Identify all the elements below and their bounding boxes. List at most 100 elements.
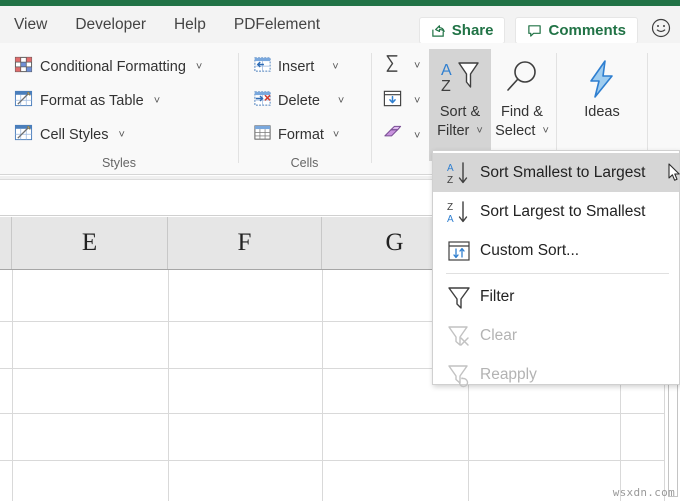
watermark: wsxdn.com	[613, 486, 675, 499]
find-and-select-line2: Select	[495, 122, 535, 141]
grid-column-line	[322, 270, 323, 501]
chevron-down-icon: ˅	[154, 95, 160, 107]
tab-developer[interactable]: Developer	[61, 6, 160, 43]
menu-item-label: Sort Smallest to Largest	[480, 164, 645, 182]
custom-sort-icon	[446, 238, 480, 264]
grid-row-line	[0, 460, 680, 461]
delete-cells-label: Delete	[278, 93, 320, 109]
ideas-button[interactable]: Ideas	[571, 49, 633, 161]
lightning-bolt-icon	[582, 55, 622, 103]
grid-column-line	[12, 270, 13, 501]
menu-item-sort-largest-to-smallest[interactable]: Z A Sort Largest to Smallest	[433, 192, 679, 231]
sort-and-filter-menu: A Z Sort Smallest to Largest Z A Sort La…	[432, 150, 680, 385]
menu-item-label: Custom Sort...	[480, 242, 579, 260]
cell-styles-icon	[14, 123, 33, 147]
magnifier-icon	[500, 55, 544, 103]
menu-item-label: Sort Largest to Smallest	[480, 203, 645, 221]
chevron-down-icon: ˅	[196, 61, 202, 73]
sort-filter-icon: A Z	[436, 55, 484, 103]
sort-and-filter-line2: Filter	[437, 122, 469, 141]
ribbon-group-styles: Conditional Formatting ˅	[0, 43, 238, 175]
share-button[interactable]: Share	[419, 17, 506, 44]
ribbon-tab-strip: View Developer Help PDFelement Share	[0, 6, 680, 43]
find-and-select-button[interactable]: Find & Select ˅	[491, 49, 553, 161]
format-as-table-label: Format as Table	[40, 93, 144, 109]
svg-text:Z: Z	[447, 202, 453, 213]
group-separator	[647, 53, 648, 163]
sort-za-descending-icon: Z A	[446, 199, 480, 225]
delete-cells-icon	[253, 89, 272, 113]
filter-funnel-icon	[446, 284, 480, 310]
autosum-icon	[382, 53, 403, 79]
grid-row-line	[0, 413, 680, 414]
format-cells-button[interactable]: Format ˅	[253, 121, 339, 149]
autosum-button[interactable]: ˅	[382, 52, 420, 80]
find-and-select-line1: Find &	[501, 103, 543, 122]
comment-bubble-icon	[527, 23, 542, 38]
conditional-formatting-label: Conditional Formatting	[40, 59, 186, 75]
comments-label: Comments	[548, 22, 626, 39]
insert-cells-label: Insert	[278, 59, 314, 75]
chevron-down-icon: ˅	[414, 130, 420, 142]
format-cells-icon	[253, 123, 272, 147]
ribbon-tabs: View Developer Help PDFelement	[0, 6, 334, 43]
reapply-filter-icon	[446, 362, 480, 388]
conditional-formatting-icon	[14, 55, 33, 79]
column-header-partial[interactable]	[0, 217, 12, 269]
conditional-formatting-button[interactable]: Conditional Formatting ˅	[10, 53, 206, 81]
fill-button[interactable]: ˅	[382, 87, 420, 115]
column-header-F[interactable]: F	[168, 217, 322, 269]
chevron-down-icon: ˅	[338, 95, 344, 107]
menu-item-label: Reapply	[480, 366, 537, 384]
chevron-down-icon: ˅	[414, 95, 420, 107]
mouse-pointer	[668, 163, 680, 183]
clear-button[interactable]: ˅	[382, 122, 420, 150]
format-as-table-button[interactable]: Format as Table ˅	[10, 87, 164, 115]
feedback-smiley-button[interactable]	[648, 18, 674, 44]
menu-item-reapply: Reapply	[433, 355, 679, 394]
fill-icon	[382, 88, 403, 114]
share-label: Share	[452, 22, 494, 39]
insert-cells-button[interactable]: Insert ˅	[253, 53, 339, 81]
menu-item-custom-sort[interactable]: Custom Sort...	[433, 231, 679, 270]
smiley-face-icon	[650, 17, 672, 44]
column-header-E[interactable]: E	[12, 217, 168, 269]
styles-group-label: Styles	[0, 156, 238, 170]
sort-and-filter-line1: Sort &	[440, 103, 480, 122]
clear-filter-icon	[446, 323, 480, 349]
menu-separator	[446, 273, 669, 274]
chevron-down-icon: ˅	[332, 61, 338, 73]
menu-item-sort-smallest-to-largest[interactable]: A Z Sort Smallest to Largest	[433, 153, 679, 192]
comments-button[interactable]: Comments	[515, 17, 638, 44]
excel-window: View Developer Help PDFelement Share	[0, 0, 680, 501]
chevron-down-icon: ˅	[119, 129, 125, 141]
svg-text:A: A	[447, 214, 454, 225]
menu-item-label: Clear	[480, 327, 517, 345]
sort-az-ascending-icon: A Z	[446, 160, 480, 186]
ribbon-group-cells: Insert ˅ Delete ˅	[239, 43, 370, 175]
cell-styles-label: Cell Styles	[40, 127, 109, 143]
tab-view[interactable]: View	[0, 6, 61, 43]
chevron-down-icon: ˅	[542, 122, 548, 141]
format-as-table-icon	[14, 89, 33, 113]
grid-column-line	[168, 270, 169, 501]
tab-help[interactable]: Help	[160, 6, 220, 43]
menu-item-clear: Clear	[433, 316, 679, 355]
cell-styles-button[interactable]: Cell Styles ˅	[10, 121, 129, 149]
sort-and-filter-line2-row: Filter ˅	[437, 122, 483, 141]
sort-and-filter-button[interactable]: A Z Sort & Filter ˅	[429, 49, 491, 161]
menu-item-label: Filter	[480, 288, 514, 306]
menu-item-filter[interactable]: Filter	[433, 277, 679, 316]
insert-cells-icon	[253, 55, 272, 79]
chevron-down-icon: ˅	[333, 129, 339, 141]
chevron-down-icon: ˅	[476, 122, 482, 141]
chevron-down-icon: ˅	[414, 60, 420, 72]
tab-pdfelement[interactable]: PDFelement	[220, 6, 334, 43]
svg-text:A: A	[441, 62, 452, 79]
find-and-select-line2-row: Select ˅	[495, 122, 549, 141]
cells-group-label: Cells	[239, 156, 370, 170]
ideas-label: Ideas	[584, 103, 619, 122]
clear-eraser-icon	[382, 123, 403, 149]
share-icon	[431, 23, 446, 38]
delete-cells-button[interactable]: Delete ˅	[253, 87, 344, 115]
